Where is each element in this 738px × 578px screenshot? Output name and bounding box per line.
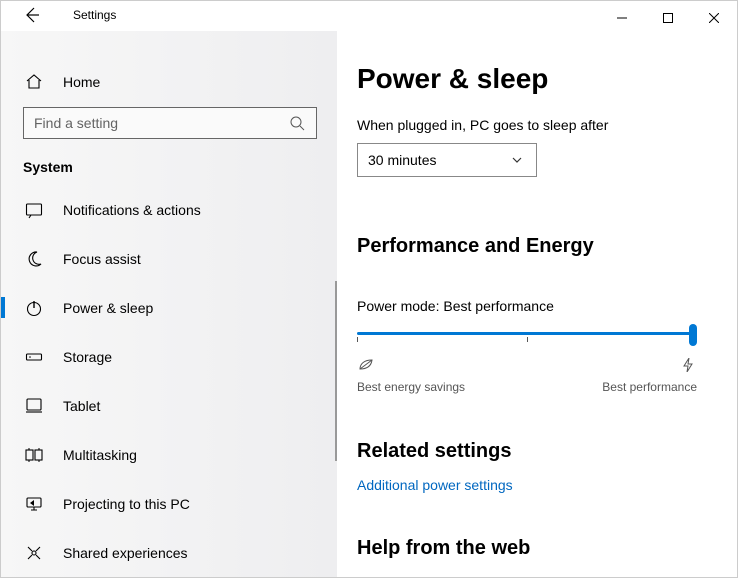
power-mode-slider[interactable] [357,324,697,344]
sidebar-item-label: Focus assist [63,251,141,267]
slider-max-label: Best performance [602,380,697,394]
sidebar-item-label: Shared experiences [63,545,188,561]
additional-power-settings-link[interactable]: Additional power settings [357,477,697,493]
back-button[interactable] [17,0,47,30]
slider-rail [357,332,697,335]
sidebar-item-label: Notifications & actions [63,202,201,218]
notifications-icon [25,201,43,219]
chevron-down-icon [508,151,526,169]
search-field[interactable] [34,115,288,131]
storage-icon [25,348,43,366]
related-settings-heading: Related settings [357,440,697,463]
lightning-icon [679,356,697,374]
sidebar-item-label: Power & sleep [63,300,153,316]
help-from-web-heading: Help from the web [357,537,697,560]
projecting-icon [25,495,43,513]
home-icon [25,73,43,91]
sidebar-home[interactable]: Home [1,61,337,107]
power-mode-label: Power mode: Best performance [357,298,697,314]
sidebar-item-label: Storage [63,349,112,365]
sidebar-item-label: Projecting to this PC [63,496,190,512]
app-title: Settings [73,8,116,22]
sidebar-item-power-sleep[interactable]: Power & sleep [1,283,337,332]
power-icon [25,299,43,317]
leaf-icon [357,356,375,374]
slider-min-label: Best energy savings [357,380,465,394]
sidebar-item-tablet[interactable]: Tablet [1,381,337,430]
slider-tick [527,337,528,342]
minimize-button[interactable] [599,5,645,31]
close-button[interactable] [691,5,737,31]
sidebar-item-focus-assist[interactable]: Focus assist [1,234,337,283]
sidebar-item-label: Tablet [63,398,100,414]
page-title: Power & sleep [357,63,697,95]
sleep-dropdown[interactable]: 30 minutes [357,143,537,177]
search-input[interactable] [23,107,317,139]
shared-icon [25,544,43,562]
moon-icon [25,250,43,268]
sidebar-item-shared-experiences[interactable]: Shared experiences [1,528,337,577]
search-icon [288,114,306,132]
sidebar-home-label: Home [63,74,100,90]
sleep-label: When plugged in, PC goes to sleep after [357,117,697,133]
slider-thumb[interactable] [689,324,697,346]
sidebar-item-projecting[interactable]: Projecting to this PC [1,479,337,528]
tablet-icon [25,397,43,415]
multitasking-icon [25,446,43,464]
sidebar-item-storage[interactable]: Storage [1,332,337,381]
maximize-button[interactable] [645,5,691,31]
sidebar-item-notifications[interactable]: Notifications & actions [1,185,337,234]
sidebar-item-label: Multitasking [63,447,137,463]
slider-tick [357,337,358,342]
sidebar-section-label: System [1,139,337,185]
sleep-dropdown-value: 30 minutes [368,152,436,168]
performance-heading: Performance and Energy [357,235,697,258]
sidebar-item-multitasking[interactable]: Multitasking [1,430,337,479]
